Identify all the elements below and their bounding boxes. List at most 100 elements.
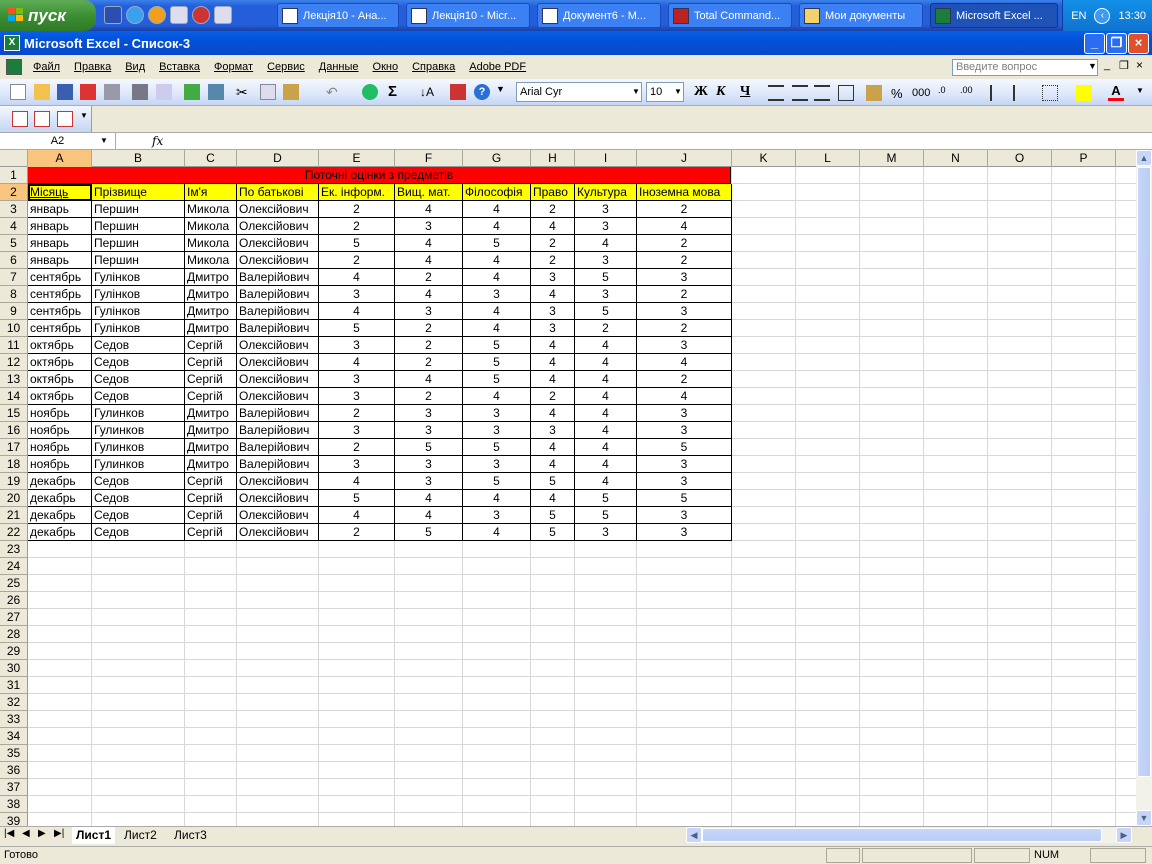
table-cell[interactable]: 2 <box>319 439 395 456</box>
row-header-31[interactable]: 31 <box>0 677 28 694</box>
sort-ascending-icon[interactable]: ↓A <box>420 84 436 100</box>
last-sheet-button[interactable]: ▶| <box>54 828 64 839</box>
table-cell[interactable]: 2 <box>637 286 732 303</box>
header-cell-b[interactable]: Прізвище <box>92 184 185 201</box>
print-preview-icon[interactable] <box>156 84 172 100</box>
table-cell[interactable]: Валерійович <box>237 422 319 439</box>
table-cell[interactable]: Валерійович <box>237 286 319 303</box>
table-cell[interactable]: 4 <box>575 337 637 354</box>
table-cell[interactable]: 3 <box>319 422 395 439</box>
table-cell[interactable]: 5 <box>319 490 395 507</box>
column-header-c[interactable]: C <box>185 150 237 167</box>
column-header-o[interactable]: O <box>988 150 1052 167</box>
table-cell[interactable]: 4 <box>531 405 575 422</box>
size-dropdown-icon[interactable]: ▼ <box>674 87 682 96</box>
table-cell[interactable]: 3 <box>637 456 732 473</box>
header-cell-g[interactable]: Філософія <box>463 184 531 201</box>
table-cell[interactable]: 3 <box>395 456 463 473</box>
row-header-9[interactable]: 9 <box>0 303 28 320</box>
table-cell[interactable]: Валерійович <box>237 320 319 337</box>
table-cell[interactable]: 3 <box>319 388 395 405</box>
table-cell[interactable]: январь <box>28 235 92 252</box>
row-header-12[interactable]: 12 <box>0 354 28 371</box>
table-cell[interactable]: Олексійович <box>237 490 319 507</box>
table-cell[interactable]: 3 <box>637 422 732 439</box>
next-sheet-button[interactable]: ▶ <box>38 828 46 839</box>
table-cell[interactable]: 4 <box>531 490 575 507</box>
column-header-p[interactable]: P <box>1052 150 1116 167</box>
taskbar-button-lecture-word[interactable]: Лекція10 - Micr... <box>406 3 530 28</box>
table-cell[interactable]: сентябрь <box>28 303 92 320</box>
row-header-23[interactable]: 23 <box>0 541 28 558</box>
pdf-email-icon[interactable] <box>34 111 50 127</box>
table-cell[interactable]: 4 <box>463 490 531 507</box>
row-header-6[interactable]: 6 <box>0 252 28 269</box>
table-cell[interactable]: 4 <box>395 235 463 252</box>
row-header-24[interactable]: 24 <box>0 558 28 575</box>
table-cell[interactable]: 4 <box>463 320 531 337</box>
table-cell[interactable]: 4 <box>575 439 637 456</box>
column-header-d[interactable]: D <box>237 150 319 167</box>
comma-style-button[interactable]: 000 <box>912 87 930 99</box>
table-cell[interactable]: ноябрь <box>28 439 92 456</box>
table-cell[interactable]: 4 <box>463 218 531 235</box>
row-header-15[interactable]: 15 <box>0 405 28 422</box>
table-cell[interactable]: 2 <box>319 252 395 269</box>
table-cell[interactable]: 4 <box>463 269 531 286</box>
language-indicator[interactable]: EN <box>1071 10 1086 22</box>
scroll-down-button[interactable]: ▼ <box>1136 810 1152 826</box>
table-cell[interactable]: Седов <box>92 337 185 354</box>
table-cell[interactable]: Дмитро <box>185 405 237 422</box>
new-icon[interactable] <box>10 84 26 100</box>
table-cell[interactable]: 4 <box>531 286 575 303</box>
table-cell[interactable]: Валерійович <box>237 456 319 473</box>
table-cell[interactable]: Сергій <box>185 337 237 354</box>
taskbar-button-excel[interactable]: Microsoft Excel ... <box>930 3 1058 28</box>
vertical-scroll-thumb[interactable] <box>1137 167 1151 777</box>
table-cell[interactable]: Седов <box>92 354 185 371</box>
table-cell[interactable]: 5 <box>463 371 531 388</box>
calculator-icon[interactable] <box>214 6 232 24</box>
table-cell[interactable]: Гулинков <box>92 456 185 473</box>
undo-icon[interactable]: ↶ <box>326 84 342 100</box>
scroll-left-button[interactable]: ◀ <box>686 827 702 843</box>
doc-close-button[interactable]: × <box>1136 58 1143 72</box>
table-cell[interactable]: Гулинков <box>92 439 185 456</box>
media-player-icon[interactable] <box>148 6 166 24</box>
table-cell[interactable]: 2 <box>319 201 395 218</box>
permission-icon[interactable] <box>80 84 96 100</box>
table-cell[interactable]: Седов <box>92 371 185 388</box>
table-cell[interactable]: Олексійович <box>237 473 319 490</box>
table-cell[interactable]: Першин <box>92 252 185 269</box>
copy-icon[interactable] <box>260 84 276 100</box>
name-box[interactable]: A2 <box>0 133 116 150</box>
table-cell[interactable]: 4 <box>463 303 531 320</box>
word-icon[interactable] <box>104 6 122 24</box>
header-cell-f[interactable]: Вищ. мат. <box>395 184 463 201</box>
table-cell[interactable]: 3 <box>463 405 531 422</box>
research-icon[interactable] <box>208 84 224 100</box>
table-cell[interactable]: 5 <box>463 473 531 490</box>
row-header-38[interactable]: 38 <box>0 796 28 813</box>
table-cell[interactable]: 5 <box>531 473 575 490</box>
taskbar-button-document6[interactable]: Документ6 - M... <box>537 3 661 28</box>
table-cell[interactable]: ноябрь <box>28 405 92 422</box>
table-cell[interactable]: 4 <box>575 405 637 422</box>
prev-sheet-button[interactable]: ◀ <box>22 828 30 839</box>
table-cell[interactable]: 3 <box>463 507 531 524</box>
toolbar-options-icon[interactable]: ▼ <box>496 84 512 100</box>
column-header-b[interactable]: B <box>92 150 185 167</box>
pdf-convert-icon[interactable] <box>12 111 28 127</box>
table-cell[interactable]: Седов <box>92 388 185 405</box>
row-header-8[interactable]: 8 <box>0 286 28 303</box>
table-cell[interactable]: 4 <box>395 490 463 507</box>
table-cell[interactable]: 2 <box>395 320 463 337</box>
table-cell[interactable]: сентябрь <box>28 269 92 286</box>
formula-input[interactable] <box>170 133 1150 149</box>
row-header-19[interactable]: 19 <box>0 473 28 490</box>
table-cell[interactable]: сентябрь <box>28 320 92 337</box>
table-cell[interactable]: 2 <box>395 388 463 405</box>
table-cell[interactable]: 3 <box>395 303 463 320</box>
font-name-select[interactable]: Arial Cyr <box>516 82 642 102</box>
table-cell[interactable]: 3 <box>395 473 463 490</box>
